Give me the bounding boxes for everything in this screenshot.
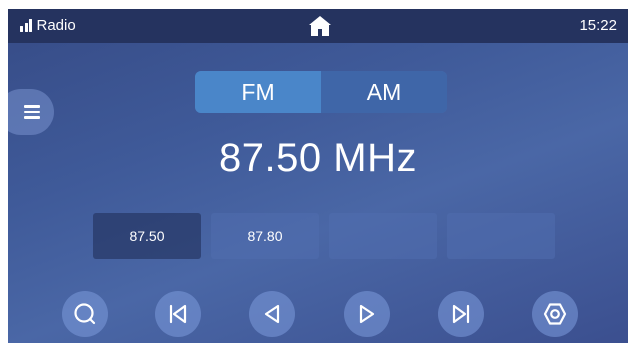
preset-1[interactable]: 87.50: [93, 213, 201, 259]
search-button[interactable]: [62, 291, 108, 337]
settings-button[interactable]: [532, 291, 578, 337]
clock: 15:22: [579, 17, 617, 34]
band-tab-fm[interactable]: FM: [195, 71, 321, 113]
band-tab-am[interactable]: AM: [321, 71, 447, 113]
preset-3[interactable]: [329, 213, 437, 259]
preset-list: 87.50 87.80: [93, 213, 565, 259]
signal-bars-icon: [20, 19, 34, 32]
skip-next-icon: [452, 304, 470, 324]
status-left: Radio: [20, 17, 76, 34]
preset-2[interactable]: 87.80: [211, 213, 319, 259]
app-title: Radio: [36, 17, 76, 34]
skip-previous-icon: [169, 304, 187, 324]
hexagon-settings-icon: [543, 303, 567, 325]
home-icon[interactable]: [308, 15, 332, 37]
triangle-right-icon: [359, 304, 375, 324]
menu-button[interactable]: [8, 89, 54, 135]
triangle-left-icon: [264, 304, 280, 324]
tune-up-button[interactable]: [344, 291, 390, 337]
preset-4[interactable]: [447, 213, 555, 259]
radio-screen: Radio 15:22 FM AM 87.50 MHz 87.50 87.80: [8, 9, 628, 343]
next-station-button[interactable]: [438, 291, 484, 337]
previous-station-button[interactable]: [155, 291, 201, 337]
hamburger-menu-icon: [24, 102, 40, 121]
band-toggle: FM AM: [195, 71, 447, 113]
frequency-display: 87.50 MHz: [219, 136, 417, 180]
status-bar: Radio 15:22: [8, 9, 628, 43]
tune-down-button[interactable]: [249, 291, 295, 337]
search-icon: [74, 303, 96, 325]
